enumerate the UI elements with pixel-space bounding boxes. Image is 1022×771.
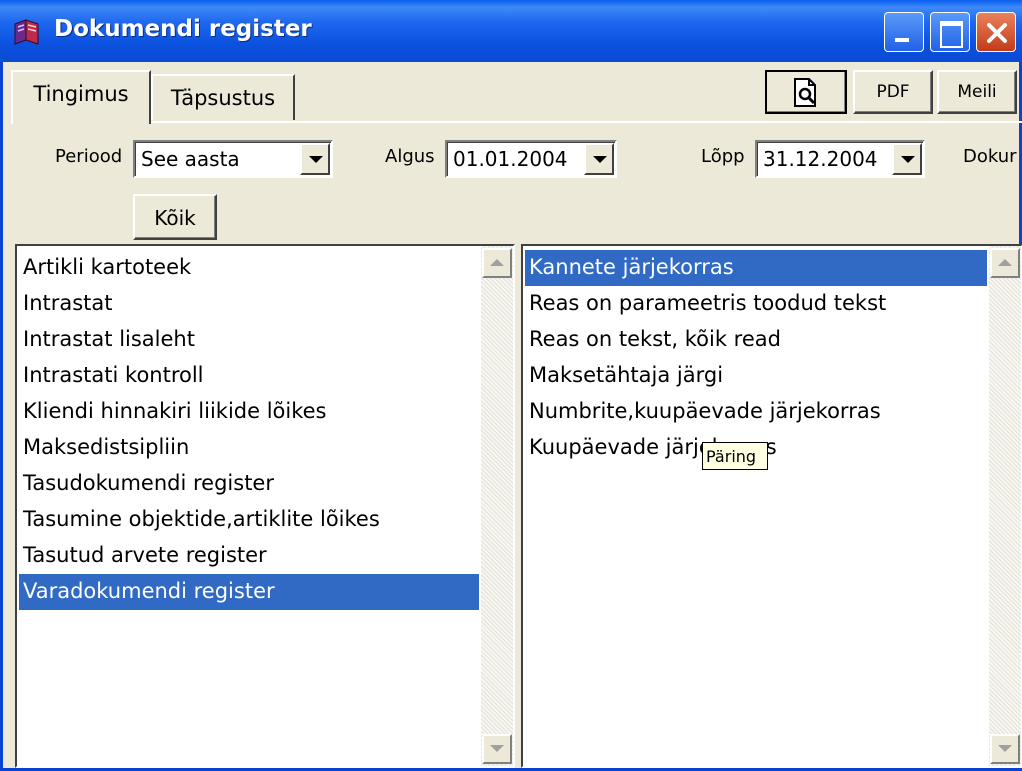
print-preview-button[interactable]: [765, 70, 847, 114]
report-list-items: Artikli kartoteek Intrastat Intrastat lisa…: [19, 250, 479, 610]
tooltip: Päring: [702, 442, 768, 470]
maximize-button[interactable]: [930, 12, 970, 52]
title-bar[interactable]: Dokumendi register: [0, 0, 1022, 62]
start-label: Algus: [385, 146, 435, 167]
tab-tingimus-label: Tingimus: [33, 82, 129, 106]
print-preview-icon: [794, 78, 816, 107]
query-list-items: Kannete järjekorras Reas on parameetris t…: [525, 250, 987, 466]
tab-tapsustus[interactable]: Täpsustus: [151, 74, 295, 120]
start-date-value: 01.01.2004: [453, 147, 568, 171]
scroll-down-icon[interactable]: [990, 734, 1020, 764]
end-date-picker[interactable]: 31.12.2004: [755, 140, 925, 178]
scroll-down-icon[interactable]: [482, 734, 512, 764]
query-list[interactable]: Kannete järjekorras Reas on parameetris t…: [521, 244, 1022, 768]
close-button[interactable]: [976, 12, 1016, 52]
period-select[interactable]: See aasta: [133, 140, 333, 178]
report-list-item[interactable]: Maksedistsipliin: [19, 430, 479, 466]
report-list-scrollbar[interactable]: [481, 246, 513, 766]
report-list-item[interactable]: Kliendi hinnakiri liikide lõikes: [19, 394, 479, 430]
tab-tingimus[interactable]: Tingimus: [11, 70, 151, 124]
end-label: Lõpp: [701, 146, 745, 167]
chevron-down-icon[interactable]: [584, 143, 614, 175]
chevron-down-icon[interactable]: [300, 143, 330, 175]
scroll-up-icon[interactable]: [482, 248, 512, 278]
report-list-item[interactable]: Varadokumendi register: [19, 574, 479, 610]
period-label: Periood: [55, 146, 123, 167]
tab-divider: [11, 121, 1022, 123]
report-list-item[interactable]: Artikli kartoteek: [19, 250, 479, 286]
report-list-item[interactable]: Intrastati kontroll: [19, 358, 479, 394]
query-list-item[interactable]: Numbrite,kuupäevade järjekorras: [525, 394, 987, 430]
report-list[interactable]: Artikli kartoteek Intrastat Intrastat lisa…: [15, 244, 515, 768]
mail-button-label: Meili: [957, 82, 997, 102]
mail-button[interactable]: Meili: [937, 70, 1017, 114]
start-date-picker[interactable]: 01.01.2004: [445, 140, 617, 178]
tab-tapsustus-label: Täpsustus: [170, 86, 276, 110]
report-list-item[interactable]: Intrastat lisaleht: [19, 322, 479, 358]
query-list-item[interactable]: Reas on parameetris toodud tekst: [525, 286, 987, 322]
chevron-down-icon[interactable]: [892, 143, 922, 175]
query-list-item[interactable]: Kannete järjekorras: [525, 250, 987, 286]
report-list-item[interactable]: Tasumine objektide,artiklite lõikes: [19, 502, 479, 538]
scroll-up-icon[interactable]: [990, 248, 1020, 278]
minimize-button[interactable]: [884, 12, 924, 52]
pdf-button[interactable]: PDF: [853, 70, 933, 114]
end-date-value: 31.12.2004: [763, 147, 878, 171]
query-list-item[interactable]: Reas on tekst, kõik read: [525, 322, 987, 358]
pdf-button-label: PDF: [876, 82, 910, 102]
document-register-window: Dokumendi register Tingimus Täpsustus PD…: [0, 0, 1022, 771]
period-value: See aasta: [141, 147, 240, 171]
document-label: Dokur: [963, 146, 1017, 167]
close-icon: [987, 23, 1007, 43]
report-list-item[interactable]: Tasudokumendi register: [19, 466, 479, 502]
report-list-item[interactable]: Tasutud arvete register: [19, 538, 479, 574]
all-button[interactable]: Kõik: [133, 194, 217, 240]
books-icon: [14, 19, 39, 45]
report-list-item[interactable]: Intrastat: [19, 286, 479, 322]
query-list-scrollbar[interactable]: [989, 246, 1021, 766]
query-list-item[interactable]: Maksetähtaja järgi: [525, 358, 987, 394]
all-button-label: Kõik: [154, 206, 196, 230]
window-title: Dokumendi register: [54, 16, 312, 42]
